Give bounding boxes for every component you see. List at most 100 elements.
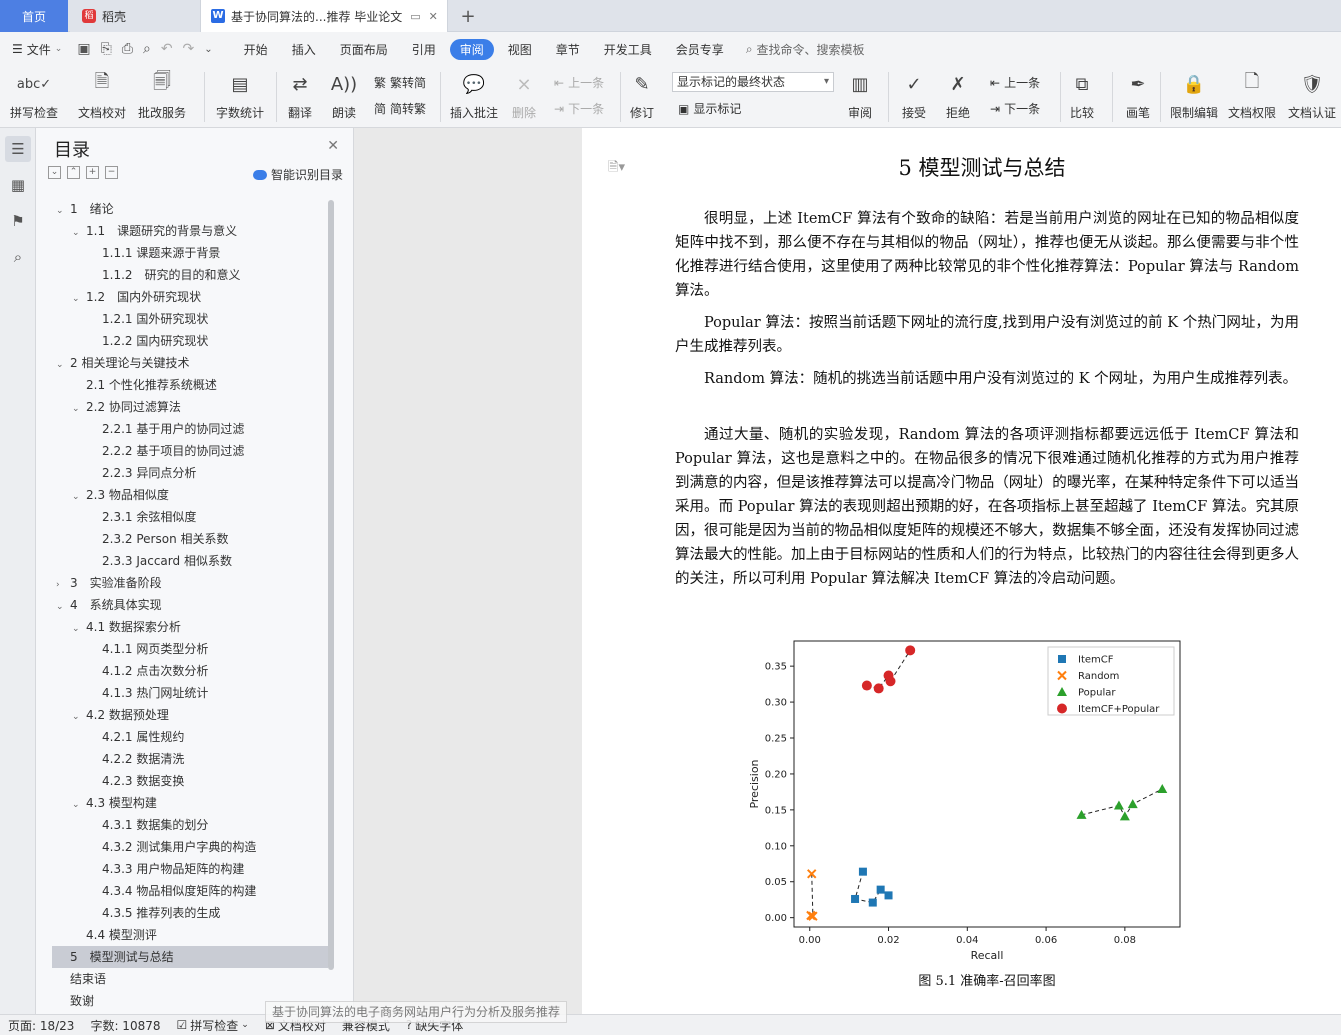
menu-layout[interactable]: 页面布局 — [330, 39, 398, 60]
bookmark-icon[interactable]: ⚑ — [5, 208, 31, 234]
toc-item[interactable]: ⌄ 2 相关理论与关键技术 — [52, 352, 328, 374]
toc-item[interactable]: 1.2.1 国外研究现状 — [52, 308, 328, 330]
toc-item[interactable]: 2.2.1 基于用户的协同过滤 — [52, 418, 328, 440]
print-preview-icon[interactable]: ⌕ — [138, 41, 156, 57]
chevron-down-icon[interactable]: ⌄ — [72, 706, 86, 728]
toc-item[interactable]: 5 模型测试与总结 — [52, 946, 328, 968]
chevron-down-icon[interactable]: ⌄ — [72, 288, 86, 310]
expand-all-icon[interactable]: ⌄ — [48, 166, 61, 179]
toc-item[interactable]: ⌄ 4.1 数据探索分析 — [52, 616, 328, 638]
toc-item[interactable]: 结束语 — [52, 968, 328, 990]
toc-item[interactable]: 4.3.4 物品相似度矩阵的构建 — [52, 880, 328, 902]
word-count-indicator[interactable]: 字数: 10878 — [82, 1017, 168, 1034]
toc-item[interactable]: ⌄ 1.2 国内外研究现状 — [52, 286, 328, 308]
toc-item[interactable]: 2.3.1 余弦相似度 — [52, 506, 328, 528]
toc-item[interactable]: ⌄ 4 系统具体实现 — [52, 594, 328, 616]
chevron-right-icon[interactable]: › — [56, 574, 70, 596]
proofread-button[interactable]: 🗎 文档校对 — [78, 70, 126, 121]
add-icon[interactable]: + — [86, 166, 99, 179]
delete-comment-button[interactable]: ⨯ 删除 — [510, 70, 538, 121]
toc-item[interactable]: 2.2.3 异同点分析 — [52, 462, 328, 484]
toc-scrollbar[interactable] — [328, 200, 334, 970]
chevron-down-icon[interactable]: ⌄ — [72, 222, 86, 244]
spell-check-status[interactable]: ☑ 拼写检查 ⌄ — [169, 1017, 257, 1034]
doc-auth-button[interactable]: 🛡 文档认证 — [1288, 70, 1336, 121]
menu-review[interactable]: 审阅 — [449, 38, 494, 60]
next-change-button[interactable]: ⇥ 下一条 — [990, 100, 1040, 117]
read-aloud-button[interactable]: A)) 朗读 — [330, 70, 358, 121]
compare-button[interactable]: ⧉ 比较 — [1068, 70, 1096, 121]
toc-item[interactable]: ⌄ 1.1 课题研究的背景与意义 — [52, 220, 328, 242]
toc-item[interactable]: ⌄ 4.3 模型构建 — [52, 792, 328, 814]
review-pane-button[interactable]: ▥ 审阅 — [846, 70, 874, 121]
toc-item[interactable]: 4.2.1 属性规约 — [52, 726, 328, 748]
toc-item[interactable]: 1.1.1 课题来源于背景 — [52, 242, 328, 264]
navigation-icon[interactable]: ▦ — [5, 172, 31, 198]
toc-item[interactable]: 4.4 模型测评 — [52, 924, 328, 946]
close-icon[interactable]: ✕ — [327, 138, 339, 154]
markup-state-select[interactable]: 显示标记的最终状态 — [672, 72, 834, 92]
undo-icon[interactable]: ↶ — [156, 41, 178, 57]
screen-icon[interactable]: ▭ — [410, 10, 420, 23]
print-icon[interactable]: ⎙ — [117, 41, 138, 57]
doc-permission-button[interactable]: 🗋 文档权限 — [1228, 70, 1276, 121]
toc-item[interactable]: 2.1 个性化推荐系统概述 — [52, 374, 328, 396]
trad-to-simp-button[interactable]: 繁繁转简 — [374, 74, 426, 91]
menu-view[interactable]: 视图 — [498, 39, 542, 60]
menu-insert[interactable]: 插入 — [282, 39, 326, 60]
toc-item[interactable]: › 3 实验准备阶段 — [52, 572, 328, 594]
toc-item[interactable]: 4.1.2 点击次数分析 — [52, 660, 328, 682]
save-icon[interactable]: ▣ — [72, 41, 95, 57]
chevron-down-icon[interactable]: ⌄ — [56, 354, 70, 376]
new-tab-button[interactable]: + — [458, 0, 478, 32]
toc-item[interactable]: 4.2.3 数据变换 — [52, 770, 328, 792]
remove-icon[interactable]: − — [105, 166, 118, 179]
toc-item[interactable]: ⌄ 2.2 协同过滤算法 — [52, 396, 328, 418]
toc-item[interactable]: 4.3.2 测试集用户字典的构造 — [52, 836, 328, 858]
chevron-down-icon[interactable]: ⌄ — [56, 596, 70, 618]
toc-item[interactable]: 2.3.2 Person 相关系数 — [52, 528, 328, 550]
tab-document[interactable]: W 基于协同算法的...推荐 毕业论文 ▭ ✕ — [200, 0, 448, 32]
menu-devtools[interactable]: 开发工具 — [594, 39, 662, 60]
toc-item[interactable]: 4.1.3 热门网址统计 — [52, 682, 328, 704]
word-count-button[interactable]: ▤ 字数统计 — [216, 70, 264, 121]
menu-start[interactable]: 开始 — [234, 39, 278, 60]
track-changes-button[interactable]: ✎ 修订 — [628, 70, 656, 121]
chevron-down-icon[interactable]: ⌄ — [72, 486, 86, 508]
smart-toc-button[interactable]: 智能识别目录 — [252, 166, 343, 183]
next-comment-button[interactable]: ⇥ 下一条 — [554, 100, 604, 117]
find-icon[interactable]: ⌕ — [5, 244, 31, 270]
toc-item[interactable]: 4.3.3 用户物品矩阵的构建 — [52, 858, 328, 880]
toc-item[interactable]: 2.2.2 基于项目的协同过滤 — [52, 440, 328, 462]
tab-home[interactable]: 首页 — [0, 0, 68, 32]
menu-reference[interactable]: 引用 — [402, 39, 446, 60]
simp-to-trad-button[interactable]: 简简转繁 — [374, 100, 426, 117]
menu-member[interactable]: 会员专享 — [666, 39, 734, 60]
toc-item[interactable]: 2.3.3 Jaccard 相似系数 — [52, 550, 328, 572]
file-menu[interactable]: ☰ 文件 ⌄ — [0, 41, 72, 58]
redo-icon[interactable]: ↷ — [178, 41, 200, 57]
document-page[interactable]: 🗎▾ 5 模型测试与总结 很明显，上述 ItemCF 算法有个致命的缺陷：若是当… — [582, 128, 1341, 1014]
toc-item[interactable]: 4.2.2 数据清洗 — [52, 748, 328, 770]
annotate-service-button[interactable]: 🗐 批改服务 — [138, 70, 186, 121]
toc-item[interactable]: ⌄ 4.2 数据预处理 — [52, 704, 328, 726]
menu-chapter[interactable]: 章节 — [546, 39, 590, 60]
toc-item[interactable]: 4.3.1 数据集的划分 — [52, 814, 328, 836]
show-markup-button[interactable]: ▣ 显示标记 — [678, 100, 741, 117]
page-indicator[interactable]: 页面: 18/23 — [0, 1017, 82, 1034]
command-search[interactable]: ⌕ 查找命令、搜索模板 — [746, 41, 865, 58]
export-icon[interactable]: ⎘ — [96, 41, 117, 57]
accept-button[interactable]: ✓ 接受 — [900, 70, 928, 121]
spell-check-button[interactable]: abc✓ 拼写检查 — [10, 70, 58, 121]
toc-panel-icon[interactable]: ☰ — [5, 136, 31, 162]
close-tab-icon[interactable]: ✕ — [429, 10, 438, 23]
toc-item[interactable]: 4.3.5 推荐列表的生成 — [52, 902, 328, 924]
chevron-down-icon[interactable]: ⌄ — [56, 200, 70, 222]
pen-button[interactable]: ✒ 画笔 — [1124, 70, 1152, 121]
collapse-all-icon[interactable]: ⌃ — [67, 166, 80, 179]
reject-button[interactable]: ✗ 拒绝 — [944, 70, 972, 121]
insert-comment-button[interactable]: 💬 插入批注 — [450, 70, 498, 121]
tab-daoke[interactable]: 稻 稻壳 — [70, 0, 200, 32]
prev-change-button[interactable]: ⇤ 上一条 — [990, 74, 1040, 91]
toc-item[interactable]: 1.1.2 研究的目的和意义 — [52, 264, 328, 286]
